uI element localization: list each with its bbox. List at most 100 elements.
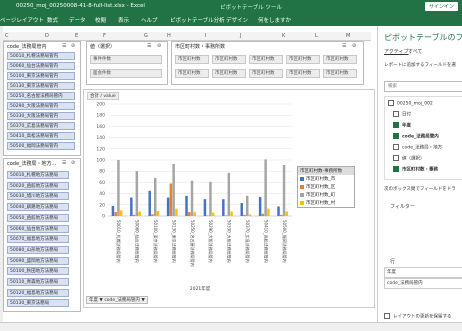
slicer-item[interactable]: 50050_函館地方法務局	[7, 213, 69, 222]
slicer-value-select[interactable]: 値（選択） ☰ ⊘ 事件件数 面会件数	[86, 41, 168, 85]
legend-title[interactable]: 市区町村数-事務所数	[298, 167, 354, 175]
tab-design[interactable]: デザイン	[226, 16, 248, 24]
checkbox-icon[interactable]	[393, 122, 399, 128]
checkbox-icon[interactable]	[393, 111, 399, 117]
slicer-item[interactable]: 50290_大阪法務局管内	[7, 102, 75, 110]
slicer-item[interactable]: 市区町村数	[212, 69, 246, 78]
slicer-item[interactable]: 事件件数	[90, 55, 162, 64]
tab-help[interactable]: ヘルプ	[141, 16, 158, 24]
slicer-item[interactable]: 50100_東京法務局管内	[7, 72, 75, 80]
tab-active-fields[interactable]: アクティブ	[384, 48, 408, 55]
row-field-office[interactable]: code_法務局管内	[384, 278, 462, 289]
slicer-item[interactable]: 市区町村数	[212, 55, 246, 64]
field-item[interactable]: code_法務局・地方	[393, 144, 442, 151]
slicer-item[interactable]: 50040_釧路地方法務局	[7, 203, 69, 212]
tell-me-search[interactable]: 何をしますか	[258, 16, 291, 24]
field-item[interactable]: 値（選択）	[393, 155, 425, 162]
tab-pivot-analyze[interactable]: ピボットテーブル分析	[170, 16, 225, 24]
legend-item[interactable]: 市区町村数_村	[298, 199, 354, 207]
slicer-item[interactable]: 50020_函館地方法務局	[7, 181, 69, 190]
slicer-item[interactable]: 50070_福島地方法務局	[7, 235, 69, 244]
clear-filter-icon[interactable]: ⊘	[352, 43, 356, 49]
slicer-item[interactable]: 50060_仙台地方法務局	[7, 224, 69, 233]
slicer-item[interactable]: 市区町村数	[286, 69, 320, 78]
bar	[282, 165, 286, 216]
slicer-item[interactable]: 50100_秋田地方法務局	[7, 267, 69, 276]
column-header[interactable]: G	[144, 33, 148, 39]
slicer-item[interactable]: 50250_名古屋法務局管内	[7, 92, 75, 100]
row-field-year[interactable]: 年度	[384, 267, 462, 278]
column-header[interactable]: D	[45, 33, 49, 39]
slicer-item[interactable]: 50500_福岡法務局管内	[7, 142, 75, 150]
multiselect-icon[interactable]: ☰	[62, 43, 66, 49]
checkbox-icon[interactable]	[393, 166, 399, 172]
column-header[interactable]: C	[5, 33, 9, 39]
defer-layout-checkbox[interactable]: レイアウトの更新を保留する	[384, 313, 452, 320]
slicer-item[interactable]: 50130_東京法務局管内	[7, 82, 75, 90]
axis-field-buttons[interactable]: 年度 ▼ code_法務局管内 ▼	[86, 296, 148, 304]
column-header[interactable]: F	[103, 33, 106, 39]
slicer-item[interactable]: 50080_山形地方法務局	[7, 245, 69, 254]
y-tick-label: 100	[96, 158, 105, 164]
slicer-item[interactable]: 50370_広島法務局管内	[7, 122, 75, 130]
tab-all-fields[interactable]: すべて	[408, 48, 422, 55]
checkbox-icon[interactable]	[393, 133, 399, 139]
slicer-item[interactable]: 市区町村数	[323, 55, 357, 64]
column-header[interactable]: H	[167, 33, 171, 39]
slicer-item[interactable]: 50010_札幌法務局管内	[7, 52, 75, 60]
slicer-item[interactable]: 市区町村数	[175, 69, 209, 78]
legend-item[interactable]: 市区町村数_町	[298, 191, 354, 199]
checkbox-icon[interactable]	[393, 144, 399, 150]
slicer-item[interactable]: 50130_東京法務局	[7, 299, 69, 308]
checkbox-icon[interactable]	[393, 155, 399, 161]
checkbox-icon[interactable]	[388, 100, 394, 106]
signin-button[interactable]: サインイン	[424, 2, 458, 11]
slicer-office-region[interactable]: code_法務局管内 ☰ ⊘ 50010_札幌法務局管内 50060_仙台法務局管…	[3, 41, 81, 156]
pivot-chart[interactable]: 合計 / value 0 20 40 60 80 100 120 140 160 180 200 50…	[83, 89, 375, 308]
slicer-item[interactable]: 50120_福島地方法務局	[7, 288, 69, 297]
tab-review[interactable]: 校閲	[95, 16, 106, 24]
legend-item[interactable]: 市区町村数_市	[298, 175, 354, 183]
tab-page-layout[interactable]: ページレイアウト	[0, 16, 44, 24]
legend-item[interactable]: 市区町村数_区	[298, 183, 354, 191]
column-header[interactable]: J	[240, 33, 241, 39]
column-header[interactable]: M	[346, 33, 350, 39]
slicer-item[interactable]: 市区町村数	[323, 69, 357, 78]
clear-filter-icon[interactable]: ⊘	[71, 160, 75, 166]
slicer-item[interactable]: 50030_旭川地方法務局	[7, 192, 69, 201]
slicer-item[interactable]: 50090_盛岡地方法務局	[7, 256, 69, 265]
field-item[interactable]: 00250_moj_002	[388, 100, 433, 107]
tab-data[interactable]: データ	[69, 16, 86, 24]
field-search-input[interactable]: 検索	[384, 81, 462, 92]
slicer-item[interactable]: 市区町村数	[249, 55, 283, 64]
field-item[interactable]: code_法務局管内	[393, 133, 439, 140]
tab-formulas[interactable]: 数式	[47, 16, 58, 24]
slicer-item[interactable]: 50060_仙台法務局管内	[7, 62, 75, 70]
slicer-item[interactable]: 50010_札幌地方法務局	[7, 171, 69, 179]
slicer-city-count[interactable]: 市区町村数・事務所数 ☰ ⊘ 市区町村数 市区町村数 市区町村数 市区町村数 市区町村数…	[171, 41, 364, 85]
column-header[interactable]: L	[315, 33, 318, 39]
column-header[interactable]: E	[75, 33, 78, 39]
slicer-item[interactable]: 面会件数	[90, 69, 162, 78]
field-item[interactable]: 市区町村数・事務	[393, 166, 438, 173]
slicer-item[interactable]: 50330_大阪法務局管内	[7, 112, 75, 120]
slicer-item[interactable]: 市区町村数	[249, 69, 283, 78]
multiselect-icon[interactable]: ☰	[342, 43, 346, 49]
multiselect-icon[interactable]: ☰	[147, 43, 151, 49]
multiselect-icon[interactable]: ☰	[62, 160, 66, 166]
clear-filter-icon[interactable]: ⊘	[157, 43, 161, 49]
clear-filter-icon[interactable]: ⊘	[71, 43, 75, 49]
tab-view[interactable]: 表示	[118, 16, 129, 24]
column-header[interactable]: K	[282, 33, 285, 39]
x-tick-label: 50060_仙台法務局管内	[135, 220, 141, 263]
slicer-item[interactable]: 市区町村数	[286, 55, 320, 64]
pivot-tools-label: ピボットテーブル ツール	[220, 5, 282, 11]
slicer-item[interactable]: 50410_高松法務局管内	[7, 132, 75, 140]
column-header[interactable]: I	[205, 33, 206, 39]
slicer-item[interactable]: 市区町村数	[175, 55, 209, 64]
field-item[interactable]: 日付	[393, 111, 411, 118]
slicer-office-local[interactable]: code_法務局・地方... ☰ ⊘ 50010_札幌地方法務局 50020_函館…	[3, 158, 81, 312]
field-item[interactable]: 年度	[393, 122, 411, 129]
checkbox-icon[interactable]	[384, 313, 390, 319]
slicer-item[interactable]: 50110_青森地方法務局	[7, 278, 69, 286]
